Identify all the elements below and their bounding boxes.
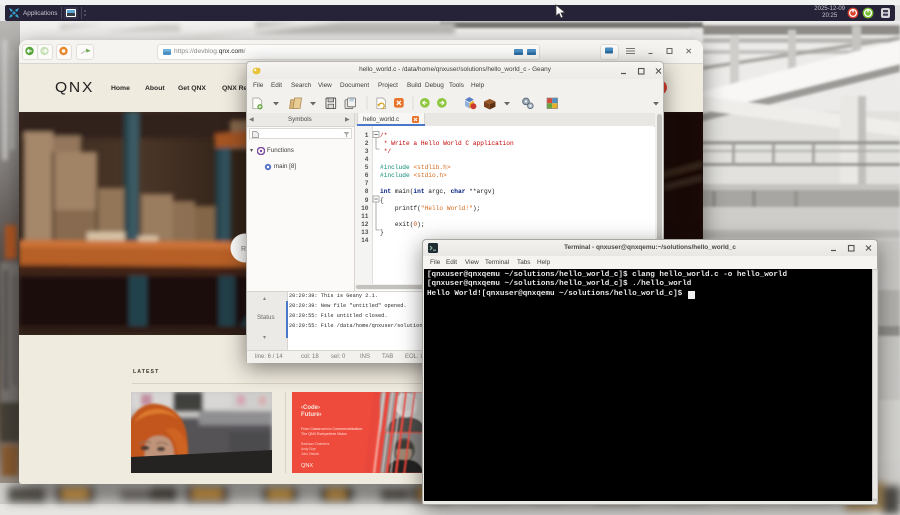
svg-text:‹Code›: ‹Code› xyxy=(301,405,320,411)
svg-text:The QNX Everywhere Vision: The QNX Everywhere Vision xyxy=(301,432,347,436)
svg-text:John Vlasich: John Vlasich xyxy=(301,452,319,456)
svg-text:Future›: Future› xyxy=(301,412,322,418)
svg-text:From Classroom to Commercializ: From Classroom to Commercialization: xyxy=(301,427,363,431)
svg-text:QNX: QNX xyxy=(301,463,313,469)
svg-text:Andy Gryc: Andy Gryc xyxy=(301,447,316,451)
svg-text:Rashaan Chambers: Rashaan Chambers xyxy=(301,442,330,446)
